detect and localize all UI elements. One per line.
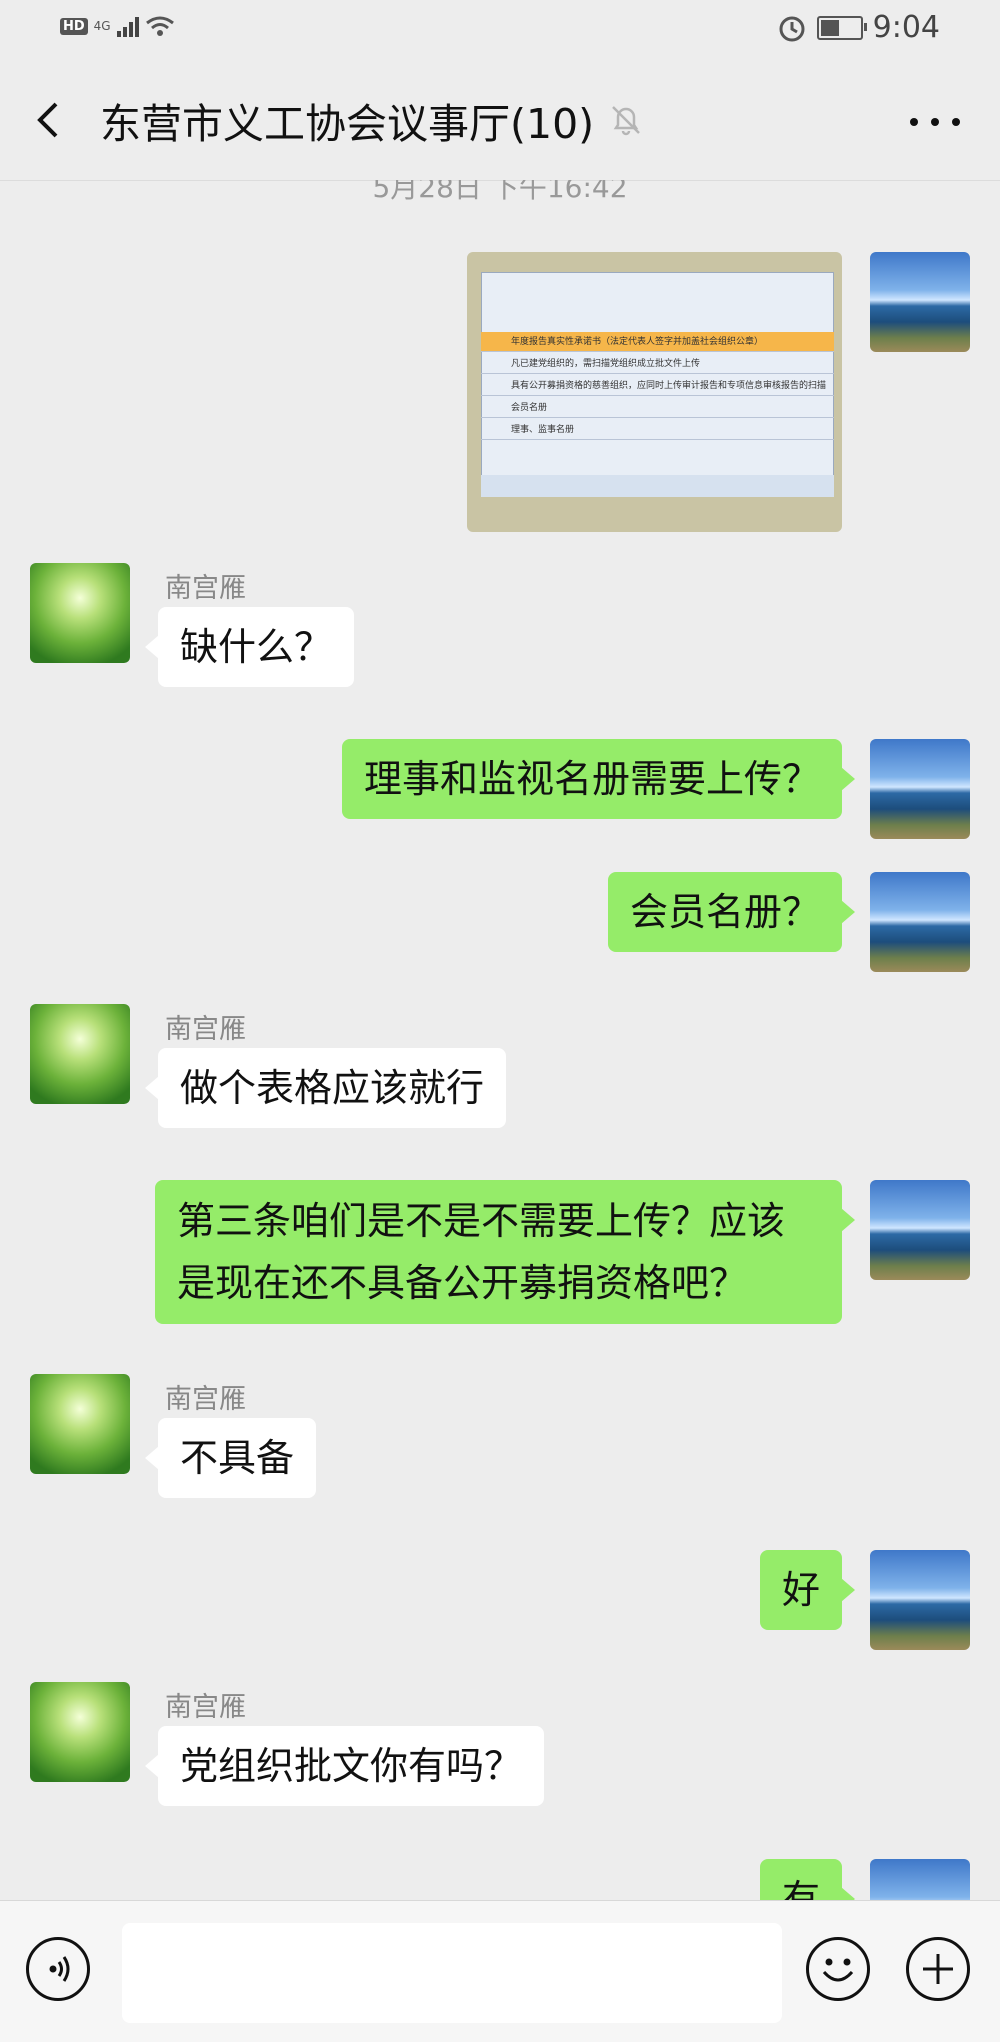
message-bubble[interactable]: 不具备 (144, 1418, 317, 1498)
plus-icon (923, 1954, 953, 1984)
voice-icon (49, 1956, 70, 1982)
image-row-2: 凡已建党组织的，需扫描党组织成立批文件上传 (481, 354, 834, 374)
avatar[interactable] (870, 1180, 970, 1280)
message-list[interactable]: 5月28日 下午16:42 年度报告真实性承诺书（法定代表人签字并加盖社会组织公… (0, 180, 1000, 1900)
more-functions-button[interactable] (906, 1937, 970, 2001)
more-dots-icon (910, 118, 918, 126)
sender-name: 南宫雁 (165, 1384, 246, 1415)
hd-badge: HD (60, 17, 88, 35)
message-bubble[interactable]: 党组织批文你有吗？ (144, 1726, 545, 1806)
more-options-button[interactable] (910, 102, 960, 142)
image-row-3: 具有公开募捐资格的慈善组织，应同时上传审计报告和专项信息审核报告的扫描件 (481, 376, 834, 396)
avatar[interactable] (30, 1682, 130, 1782)
sender-name: 南宫雁 (165, 573, 246, 604)
input-bar (0, 1900, 1000, 2042)
message-input[interactable] (122, 1923, 782, 2023)
battery-icon (816, 15, 867, 40)
image-row-5: 理事、监事名册 (481, 420, 834, 440)
wifi-icon (145, 16, 174, 36)
avatar[interactable] (870, 252, 970, 352)
message-bubble[interactable]: 好 (759, 1550, 856, 1630)
message-bubble[interactable]: 有 (759, 1859, 856, 1900)
back-arrow-icon[interactable] (30, 100, 70, 140)
avatar[interactable] (870, 1859, 970, 1900)
clock-time: 9:04 (872, 10, 940, 45)
message-bubble[interactable]: 第三条咱们是不是不需要上传？应该是现在还不具备公开募捐资格吧？ (155, 1180, 855, 1324)
alarm-icon (779, 16, 805, 41)
sender-name: 南宫雁 (165, 1692, 246, 1723)
image-message[interactable]: 年度报告真实性承诺书（法定代表人签字并加盖社会组织公章） 凡已建党组织的，需扫描… (467, 252, 842, 532)
sender-name: 南宫雁 (165, 1014, 246, 1045)
page-title: 东营市义工协会议事厅(10) (100, 100, 595, 148)
message-bubble[interactable]: 缺什么？ (144, 607, 355, 687)
image-row-1: 年度报告真实性承诺书（法定代表人签字并加盖社会组织公章） (481, 332, 834, 352)
status-left: HD 4G (60, 14, 175, 38)
image-row-4: 会员名册 (481, 398, 834, 418)
mute-bell-icon (612, 106, 640, 136)
chat-header: 东营市义工协会议事厅(10) (0, 62, 1000, 181)
timestamp: 5月28日 下午16:42 (372, 180, 628, 204)
avatar[interactable] (30, 1004, 130, 1104)
status-bar: HD 4G 9:04 (0, 0, 1000, 62)
message-bubble[interactable]: 做个表格应该就行 (144, 1048, 507, 1128)
avatar[interactable] (870, 739, 970, 839)
status-right: 9:04 (777, 10, 940, 45)
voice-button[interactable] (26, 1937, 90, 2001)
message-bubble[interactable]: 会员名册？ (607, 872, 856, 952)
signal-icon (116, 15, 139, 37)
avatar[interactable] (870, 872, 970, 972)
network-type: 4G (93, 19, 111, 33)
avatar[interactable] (870, 1550, 970, 1650)
avatar[interactable] (30, 563, 130, 663)
emoji-button[interactable] (806, 1937, 870, 2001)
message-bubble[interactable]: 理事和监视名册需要上传？ (341, 739, 856, 819)
avatar[interactable] (30, 1374, 130, 1474)
emoji-icon (822, 1958, 854, 1982)
